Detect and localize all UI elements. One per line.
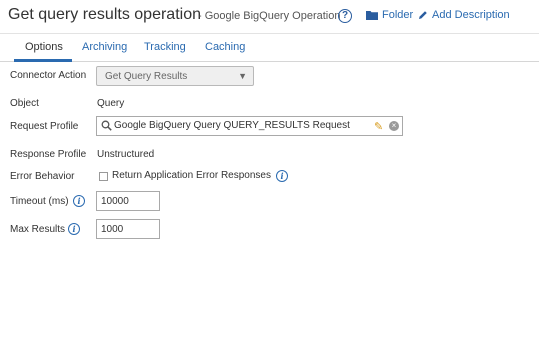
add-description-link[interactable]: Add Description	[418, 9, 510, 21]
timeout-input[interactable]	[96, 191, 160, 211]
response-profile-value: Unstructured	[97, 149, 155, 160]
info-icon[interactable]: i	[276, 170, 288, 182]
connector-action-value: Get Query Results	[105, 71, 188, 82]
request-profile-label: Request Profile	[10, 121, 79, 132]
folder-icon	[366, 11, 378, 20]
request-profile-value: Google BigQuery Query QUERY_RESULTS Requ…	[114, 120, 350, 131]
tab-caching[interactable]: Caching	[205, 41, 245, 53]
page-title: Get query results operation	[8, 6, 201, 23]
error-behavior-label: Error Behavior	[10, 171, 75, 182]
return-error-responses-checkbox[interactable]	[99, 172, 108, 181]
object-value: Query	[97, 98, 125, 109]
search-icon	[101, 120, 112, 131]
return-error-responses-label[interactable]: Return Application Error Responses	[112, 170, 271, 181]
folder-link[interactable]: Folder	[366, 9, 413, 21]
request-profile-field[interactable]: Google BigQuery Query QUERY_RESULTS Requ…	[96, 116, 403, 136]
chevron-down-icon: ▼	[238, 71, 247, 81]
help-icon[interactable]: ?	[338, 9, 352, 23]
tab-tracking[interactable]: Tracking	[144, 41, 186, 53]
connector-action-label: Connector Action	[10, 70, 87, 81]
clear-icon[interactable]: ×	[389, 121, 399, 131]
add-description-label: Add Description	[432, 9, 510, 21]
pencil-icon[interactable]: ✎	[374, 120, 383, 133]
timeout-label: Timeout (ms)	[10, 196, 69, 207]
max-results-label: Max Results	[10, 224, 66, 235]
active-tab-indicator	[14, 59, 72, 62]
connector-action-select[interactable]: Get Query Results ▼	[96, 66, 254, 86]
pencil-icon	[419, 11, 427, 19]
response-profile-label: Response Profile	[10, 149, 87, 160]
info-icon[interactable]: i	[68, 223, 80, 235]
max-results-input[interactable]	[96, 219, 160, 239]
tab-options[interactable]: Options	[25, 41, 63, 53]
page-subtitle: - Google BigQuery Operation	[198, 10, 341, 22]
object-label: Object	[10, 98, 39, 109]
operation-header: Get query results operation - Google Big…	[0, 0, 539, 34]
tab-bar: Options Archiving Tracking Caching	[0, 35, 539, 62]
info-icon[interactable]: i	[73, 195, 85, 207]
tab-archiving[interactable]: Archiving	[82, 41, 127, 53]
folder-link-label: Folder	[382, 9, 414, 21]
